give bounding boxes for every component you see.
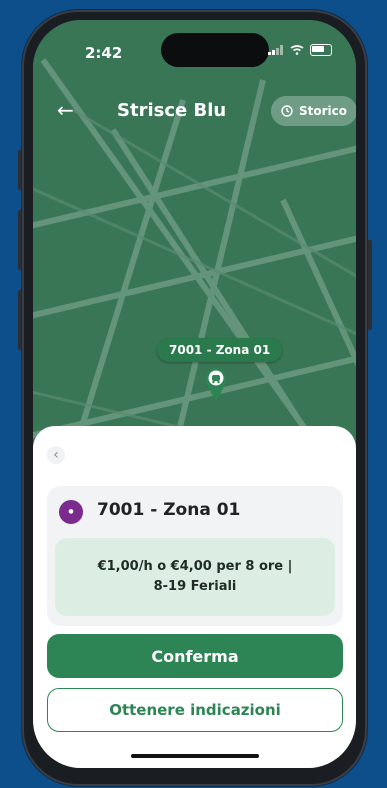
map-zone-label[interactable]: 7001 - Zona 01	[157, 338, 283, 362]
home-indicator	[131, 754, 259, 758]
status-icons	[268, 44, 332, 56]
page-title: Strisce Blu	[117, 100, 227, 121]
tariff-line-2: 8-19 Feriali	[153, 579, 237, 594]
directions-button[interactable]: Ottenere indicazioni	[47, 688, 343, 732]
status-time: 2:42	[85, 44, 123, 62]
phone-power-button	[367, 240, 372, 330]
wifi-icon	[290, 45, 304, 55]
sheet-back-button[interactable]: ‹	[47, 446, 65, 464]
dynamic-island	[161, 33, 269, 67]
battery-icon	[310, 44, 332, 56]
clock-icon	[281, 105, 293, 117]
chevron-left-icon: ‹	[53, 447, 59, 463]
phone-screen: 2:42 ← Strisce Blu Storico 7001 - Zona 0…	[33, 20, 356, 768]
bottom-sheet: ‹ ● 7001 - Zona 01 €1,00/h o €4,00 per 8…	[33, 426, 356, 768]
status-bar: 2:42	[33, 20, 356, 80]
app-header: ← Strisce Blu Storico	[33, 92, 356, 136]
arrow-left-icon: ←	[57, 98, 74, 122]
history-button[interactable]: Storico	[271, 96, 356, 126]
operator-logo: ●	[59, 500, 83, 524]
back-button[interactable]: ←	[57, 98, 74, 122]
parking-pin-icon[interactable]	[204, 366, 228, 402]
zone-card: ● 7001 - Zona 01 €1,00/h o €4,00 per 8 o…	[47, 486, 343, 626]
history-label: Storico	[299, 104, 348, 118]
signal-icon	[268, 45, 283, 55]
tariff-box: €1,00/h o €4,00 per 8 ore | 8-19 Feriali	[55, 538, 335, 616]
tariff-line-1: €1,00/h o €4,00 per 8 ore |	[97, 559, 293, 574]
zone-name: 7001 - Zona 01	[97, 500, 241, 520]
confirm-button[interactable]: Conferma	[47, 634, 343, 678]
